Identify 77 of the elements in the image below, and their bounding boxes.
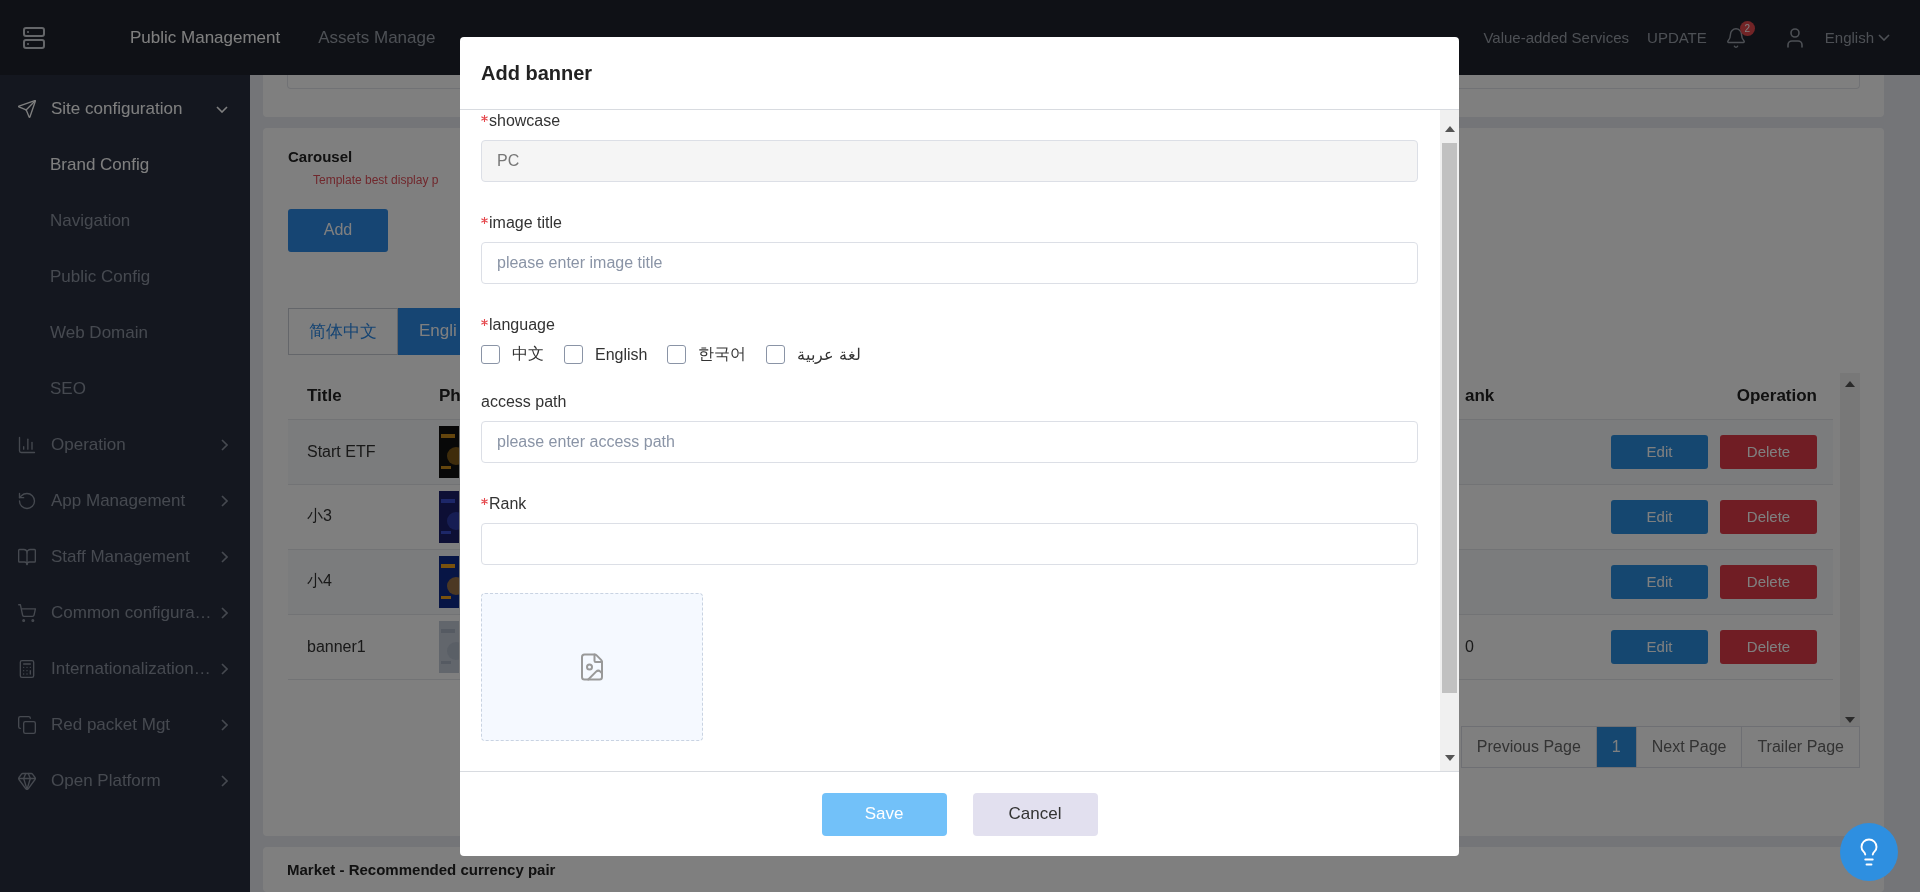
table-cell-text: 小3: [307, 506, 332, 527]
nav-item[interactable]: Public Management: [130, 27, 281, 48]
nav-item[interactable]: Value-added Services: [1483, 29, 1630, 46]
scroll-down-icon[interactable]: [1444, 755, 1455, 761]
chevron-right-icon: [221, 719, 228, 731]
nav-item[interactable]: UPDATE: [1647, 29, 1707, 46]
asterisk-icon: [481, 498, 488, 505]
scroll-up-icon[interactable]: [1845, 380, 1855, 387]
scroll-down-icon[interactable]: [1845, 716, 1855, 723]
field-label: Rank: [481, 495, 1418, 513]
cancel-button[interactable]: Cancel: [972, 792, 1098, 836]
scroll-up-icon[interactable]: [1444, 126, 1455, 132]
delete-button[interactable]: Delete: [1720, 434, 1817, 469]
input-field[interactable]: please enter access path: [481, 421, 1418, 463]
chevron-down-icon: [216, 105, 228, 113]
field-label: language: [481, 316, 1418, 334]
table-cell: 0: [1465, 637, 1474, 655]
nav-item[interactable]: Assets Manage: [318, 27, 436, 48]
page-button[interactable]: Next Page: [1635, 725, 1743, 768]
help-button[interactable]: [1840, 823, 1898, 881]
chevron-right-icon: [221, 663, 228, 675]
edit-button[interactable]: Edit: [1611, 434, 1708, 469]
section-title: Market - Recommended currency pair: [287, 861, 557, 878]
sidebar-icon: [17, 435, 37, 455]
sidebar-icon: [17, 491, 37, 511]
dialog-title: Add banner: [481, 61, 593, 85]
language-checkbox[interactable]: لغة عربية: [766, 344, 861, 365]
column-header: Title: [307, 385, 342, 406]
chevron-right-icon: [221, 495, 228, 507]
add-button[interactable]: Add: [288, 208, 388, 252]
menu-icon[interactable]: [22, 25, 46, 50]
language-checkbox[interactable]: English: [564, 344, 648, 365]
field-label: access path: [481, 393, 568, 411]
column-header: ank: [1465, 385, 1495, 406]
page-button[interactable]: Trailer Page: [1741, 725, 1860, 768]
save-button[interactable]: Save: [821, 792, 947, 836]
language-checkbox[interactable]: 中文: [481, 344, 544, 365]
scrollbar[interactable]: [1440, 110, 1459, 771]
sidebar-icon: [17, 771, 37, 791]
sidebar-item[interactable]: Site configuration: [0, 81, 250, 137]
table-cell: Start ETF: [307, 442, 376, 461]
page-button[interactable]: 1: [1595, 725, 1637, 768]
delete-button[interactable]: Delete: [1720, 629, 1817, 664]
input-field[interactable]: please enter image title: [481, 242, 1418, 284]
sidebar-icon: [17, 603, 37, 623]
asterisk-icon: [481, 217, 488, 224]
chevron-right-icon: [221, 607, 228, 619]
language-tab[interactable]: 简体中文: [288, 307, 398, 355]
language-checkbox[interactable]: 한국어: [667, 344, 747, 365]
column-header: Operation: [1736, 385, 1817, 406]
chevron-right-icon: [221, 775, 228, 787]
asterisk-icon: [481, 319, 488, 326]
hint-text: Template best display p: [313, 172, 439, 187]
table-cell-text: 小4: [307, 571, 332, 592]
page-button[interactable]: Previous Page: [1460, 725, 1597, 768]
sidebar-icon: [17, 547, 37, 567]
edit-button[interactable]: Edit: [1611, 564, 1708, 599]
column-header: Ph: [439, 385, 461, 406]
chevron-down-icon: [1878, 34, 1890, 41]
chevron-right-icon: [221, 551, 228, 563]
asterisk-icon: [481, 115, 488, 122]
section-title: Carousel: [288, 147, 353, 165]
edit-button[interactable]: Edit: [1611, 499, 1708, 534]
sidebar-icon: [17, 659, 37, 679]
field-label: showcase: [481, 112, 1418, 130]
bell-icon[interactable]: [1724, 26, 1747, 49]
edit-button[interactable]: Edit: [1611, 629, 1708, 664]
table-cell: banner1: [307, 637, 366, 656]
sidebar-icon: [17, 99, 37, 119]
language-select[interactable]: English: [1824, 29, 1890, 46]
delete-button[interactable]: Delete: [1720, 499, 1817, 534]
delete-button[interactable]: Delete: [1720, 564, 1817, 599]
sidebar-subitem[interactable]: Brand Config: [0, 137, 250, 193]
chevron-right-icon: [221, 439, 228, 451]
notification-badge: 2: [1739, 20, 1755, 36]
field-label: image title: [481, 214, 1418, 232]
sidebar-icon: [17, 715, 37, 735]
